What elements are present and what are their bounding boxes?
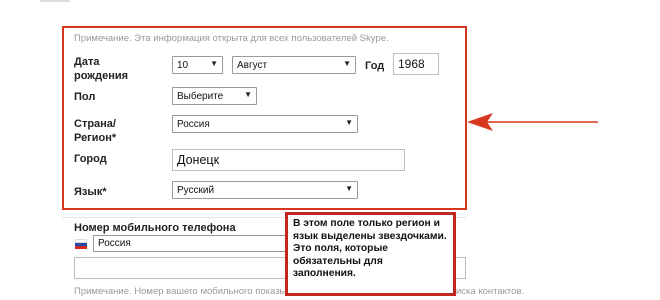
mobile-note-tail: иска контактов.: [456, 286, 525, 297]
arrow-icon: [467, 113, 598, 131]
highlight-frame: [62, 26, 467, 210]
mobile-label: Номер мобильного телефона: [74, 222, 236, 234]
top-divider: [40, 0, 70, 2]
mobile-country-select[interactable]: Россия: [93, 235, 288, 252]
mobile-note: Примечание. Номер вашего мобильного пока…: [74, 286, 287, 297]
russia-flag-icon: [75, 239, 87, 249]
annotation-callout: В этом поле только регион и язык выделен…: [285, 212, 456, 296]
